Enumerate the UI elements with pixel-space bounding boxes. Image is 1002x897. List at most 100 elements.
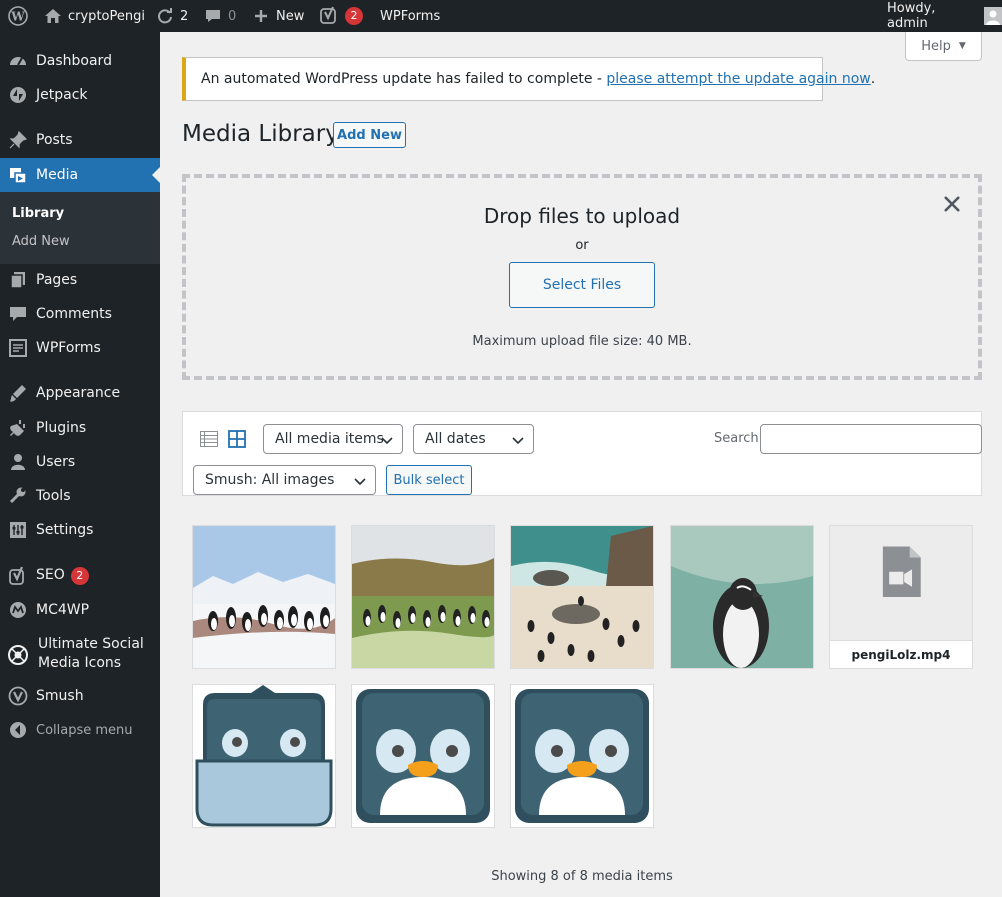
- media-item-penguin-icon[interactable]: [351, 684, 495, 828]
- smush-filter-value: Smush: All images: [205, 472, 335, 488]
- new-content-link[interactable]: New: [254, 0, 304, 32]
- notice-retry-link[interactable]: please attempt the update again now: [606, 71, 870, 87]
- caret-down-icon: ▼: [958, 41, 966, 51]
- sidebar-item-settings[interactable]: Settings: [0, 513, 160, 547]
- greeting: Howdy, admin: [887, 1, 936, 31]
- sidebar-item-pages[interactable]: Pages: [0, 263, 160, 297]
- update-failed-notice: An automated WordPress update has failed…: [182, 57, 875, 101]
- wpforms-link[interactable]: WPForms: [380, 0, 440, 32]
- updates-icon: [158, 8, 172, 24]
- search-input[interactable]: [760, 424, 982, 454]
- notice-text: An automated WordPress update has failed…: [201, 71, 607, 87]
- current-menu-arrow: [152, 167, 160, 183]
- submenu-library[interactable]: Library: [12, 206, 64, 221]
- new-label: New: [276, 8, 305, 24]
- media-item-penguin-by-water[interactable]: [670, 525, 814, 669]
- sidebar-item-seo[interactable]: SEO 2: [0, 559, 160, 593]
- wordpress-logo-icon[interactable]: W: [8, 0, 28, 32]
- drop-files-title: Drop files to upload: [483, 204, 681, 228]
- yoast-icon: [8, 566, 28, 586]
- sidebar-item-users[interactable]: Users: [0, 445, 160, 479]
- site-name-link[interactable]: cryptoPengi: [44, 0, 145, 32]
- media-item-penguin-icon[interactable]: [510, 684, 654, 828]
- help-tab-button[interactable]: Help ▼: [905, 32, 982, 61]
- media-item-penguin-mask-icon[interactable]: [192, 684, 336, 828]
- list-view-icon[interactable]: [199, 429, 219, 449]
- chevron-down-icon: [353, 474, 367, 488]
- yoast-icon: [320, 6, 336, 24]
- comment-bubble-icon: [206, 10, 220, 22]
- admin-bar: W cryptoPengi 2 0 New 2 WPForms Howdy, a…: [0, 0, 1002, 32]
- yoast-link[interactable]: 2: [319, 0, 363, 32]
- sidebar-item-dashboard[interactable]: Dashboard: [0, 44, 160, 78]
- media-item-penguins-on-beach[interactable]: [510, 525, 654, 669]
- sidebar-item-mc4wp[interactable]: MC4WP: [0, 593, 160, 627]
- avatar: [984, 7, 1002, 25]
- site-name: cryptoPengi: [68, 8, 145, 24]
- submenu-add-new[interactable]: Add New: [12, 234, 70, 249]
- collapse-menu-button[interactable]: Collapse menu: [0, 713, 160, 747]
- comments-link[interactable]: 0: [204, 0, 236, 32]
- seo-label: SEO: [36, 567, 65, 583]
- wpforms-icon: [8, 338, 28, 358]
- plus-icon: [255, 10, 267, 22]
- add-new-media-button[interactable]: Add New: [333, 122, 406, 148]
- media-type-value: All media items: [275, 431, 384, 447]
- grid-view-icon[interactable]: [227, 429, 247, 449]
- video-filename: pengiLolz.mp4: [830, 640, 972, 668]
- sidebar-item-wpforms[interactable]: WPForms: [0, 331, 160, 365]
- media-item-video[interactable]: pengiLolz.mp4: [829, 525, 973, 669]
- collapse-arrow-icon: [8, 720, 28, 740]
- video-file-icon: [882, 546, 921, 597]
- pages-icon: [8, 270, 28, 290]
- my-account-link[interactable]: Howdy, admin: [887, 0, 1002, 32]
- sidebar-item-posts[interactable]: Posts: [0, 123, 160, 157]
- pin-icon: [8, 130, 28, 150]
- sidebar-item-jetpack[interactable]: Jetpack: [0, 78, 160, 112]
- media-count-status: Showing 8 of 8 media items: [491, 869, 673, 884]
- notice-suffix: .: [870, 71, 876, 87]
- search-label: Search: [714, 431, 759, 446]
- help-label: Help: [921, 38, 951, 54]
- settings-icon: [8, 520, 28, 540]
- media-type-filter[interactable]: All media items: [263, 424, 403, 454]
- plugins-icon: [8, 418, 28, 438]
- dashboard-icon: [8, 51, 28, 71]
- smush-filter[interactable]: Smush: All images: [193, 465, 376, 495]
- page-title: Media Library: [182, 121, 339, 147]
- updates-count: 2: [180, 8, 189, 24]
- mc4wp-icon: [8, 600, 28, 620]
- sidebar-item-appearance[interactable]: Appearance: [0, 376, 160, 410]
- bulk-select-button[interactable]: Bulk select: [386, 465, 472, 495]
- sidebar-item-comments[interactable]: Comments: [0, 297, 160, 331]
- media-submenu: Library Add New: [0, 192, 160, 264]
- updates-link[interactable]: 2: [156, 0, 188, 32]
- comments-icon: [8, 304, 28, 324]
- date-filter[interactable]: All dates: [413, 424, 534, 454]
- seo-count-badge: 2: [70, 567, 89, 585]
- sidebar-item-plugins[interactable]: Plugins: [0, 411, 160, 445]
- date-value: All dates: [425, 431, 486, 447]
- smush-icon: [8, 686, 28, 706]
- sidebar-item-tools[interactable]: Tools: [0, 479, 160, 513]
- users-icon: [8, 452, 28, 472]
- usm-icon: [6, 643, 30, 667]
- chevron-down-icon: [511, 433, 525, 447]
- sidebar-item-smush[interactable]: Smush: [0, 679, 160, 713]
- comments-count: 0: [228, 8, 237, 24]
- jetpack-icon: [8, 85, 28, 105]
- appearance-icon: [8, 383, 28, 403]
- select-files-button[interactable]: Select Files: [509, 262, 655, 308]
- svg-text:W: W: [10, 10, 25, 24]
- media-item-penguins-on-grass[interactable]: [351, 525, 495, 669]
- chevron-down-icon: [380, 433, 394, 447]
- home-icon: [45, 9, 61, 23]
- max-upload-size: Maximum upload file size: 40 MB.: [472, 334, 692, 349]
- media-item-penguins-on-snow[interactable]: [192, 525, 336, 669]
- drop-or-text: or: [575, 238, 589, 253]
- sidebar-item-media[interactable]: Media: [0, 158, 160, 192]
- media-icon: [8, 165, 28, 185]
- sidebar-item-ultimate-social-media-icons[interactable]: Ultimate Social Media Icons: [0, 634, 160, 672]
- tools-icon: [8, 486, 28, 506]
- yoast-count-badge: 2: [345, 7, 363, 25]
